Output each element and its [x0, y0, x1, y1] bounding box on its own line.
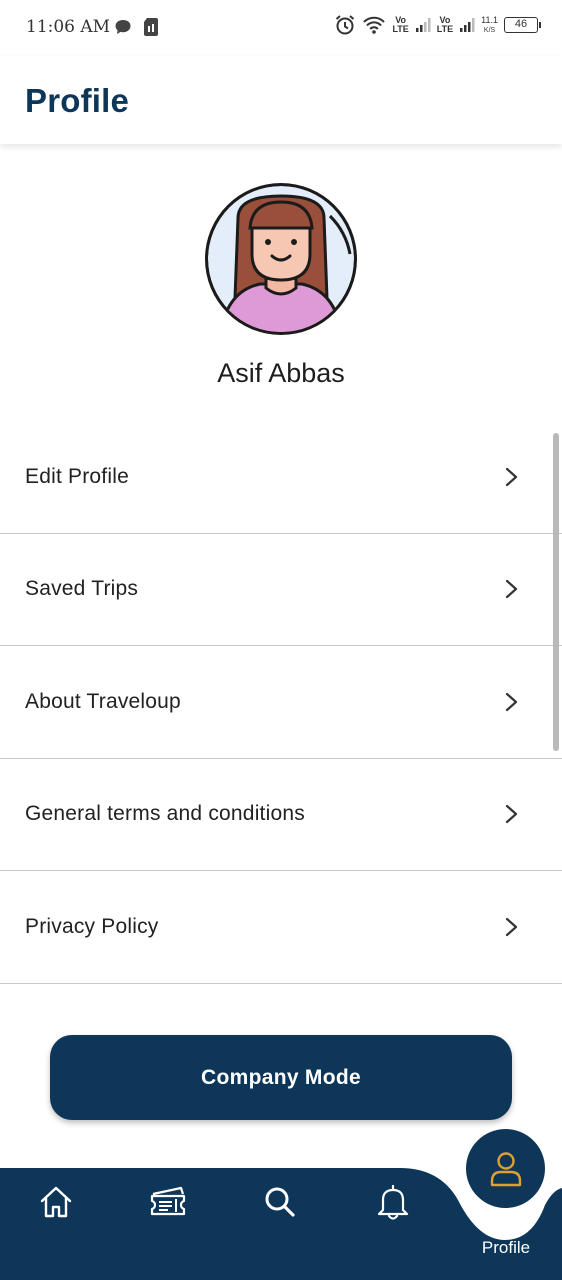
home-icon[interactable] — [36, 1182, 76, 1222]
menu-item-terms[interactable]: General terms and conditions — [0, 759, 562, 871]
net-speed-value: 11.1 — [481, 14, 498, 25]
user-icon — [490, 1151, 521, 1186]
profile-menu: Edit Profile Saved Trips About Traveloup… — [0, 421, 562, 984]
battery-icon: 46 — [504, 17, 541, 33]
menu-item-label: Edit Profile — [25, 464, 129, 488]
status-bar: 11:06 AM Vo LTE Vo LTE 11.1 K/S 46 — [0, 0, 562, 56]
ticket-icon[interactable] — [148, 1182, 188, 1222]
sim-card-icon — [144, 18, 158, 36]
net-speed-unit: K/S — [483, 26, 496, 34]
profile-nav-label[interactable]: Profile — [462, 1238, 550, 1258]
menu-item-about[interactable]: About Traveloup — [0, 646, 562, 759]
app-bar: Profile — [0, 56, 562, 144]
profile-nav-button[interactable] — [466, 1129, 545, 1208]
bell-icon[interactable] — [373, 1182, 413, 1222]
network-type-1: Vo LTE — [392, 15, 409, 34]
scrollbar[interactable] — [553, 433, 559, 751]
user-name: Asif Abbas — [217, 358, 345, 388]
menu-item-label: Saved Trips — [25, 577, 139, 601]
status-right-icons: Vo LTE Vo LTE 11.1 K/S 46 — [334, 14, 541, 36]
chevron-right-icon — [505, 692, 518, 711]
menu-item-label: About Traveloup — [25, 689, 181, 713]
search-icon[interactable] — [260, 1182, 300, 1222]
network-type-2: Vo LTE — [436, 15, 454, 34]
status-time: 11:06 AM — [26, 17, 111, 37]
chevron-right-icon — [505, 805, 518, 824]
wifi-icon — [363, 16, 386, 34]
menu-item-edit-profile[interactable]: Edit Profile — [0, 421, 562, 534]
company-mode-button[interactable]: Company Mode — [50, 1035, 512, 1120]
chevron-right-icon — [505, 580, 518, 599]
menu-item-label: General terms and conditions — [25, 802, 305, 826]
net-speed: 11.1 K/S — [481, 14, 498, 35]
battery-level: 46 — [514, 18, 528, 30]
menu-item-saved-trips[interactable]: Saved Trips — [0, 534, 562, 646]
signal-icon — [415, 18, 431, 32]
female-avatar-icon[interactable] — [202, 180, 360, 338]
chevron-right-icon — [505, 917, 518, 936]
status-left-icons — [114, 17, 160, 37]
signal-icon — [460, 18, 475, 32]
chevron-right-icon — [505, 467, 518, 486]
alarm-icon — [336, 15, 355, 35]
page-title: Profile — [25, 82, 130, 119]
menu-item-label: Privacy Policy — [25, 914, 159, 938]
chat-bubble-icon — [115, 20, 131, 34]
menu-item-privacy[interactable]: Privacy Policy — [0, 871, 562, 984]
